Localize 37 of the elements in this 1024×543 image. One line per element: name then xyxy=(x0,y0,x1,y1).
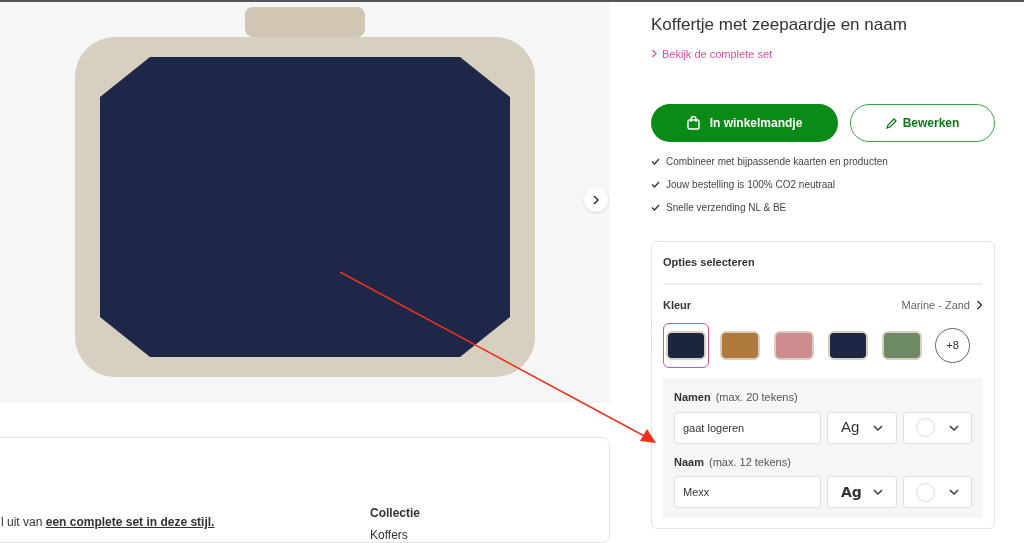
collection-value: Koffers xyxy=(370,527,408,543)
color-value-button[interactable]: Marine - Zand xyxy=(901,296,983,313)
pencil-icon xyxy=(885,117,897,129)
chevron-right-icon xyxy=(591,195,601,205)
field-label: Namen xyxy=(674,390,711,405)
text-input-field[interactable]: gaat logeren xyxy=(674,411,821,444)
check-icon xyxy=(651,158,660,165)
font-select[interactable]: Ag xyxy=(827,476,897,508)
description-text: l uit van xyxy=(1,515,44,529)
next-image-button[interactable] xyxy=(584,188,608,212)
complete-set-link[interactable]: een complete set in deze stijl. xyxy=(45,515,215,529)
complete-set-link[interactable]: Bekijk de complete set xyxy=(651,45,995,62)
chevron-right-icon xyxy=(976,299,983,310)
color-select[interactable] xyxy=(902,476,972,508)
shopping-bag-icon xyxy=(686,116,700,130)
collection-label: Collectie xyxy=(370,505,420,522)
field-hint: (max. 12 tekens) xyxy=(708,454,791,470)
usp-text: Jouw bestelling is 100% CO2 neutraal xyxy=(666,178,835,192)
chevron-down-icon xyxy=(872,489,883,495)
text-input-field[interactable]: Mexx xyxy=(674,476,821,508)
check-icon xyxy=(651,204,660,211)
chevron-down-icon xyxy=(949,489,959,495)
options-heading: Opties selecteren xyxy=(663,254,983,285)
chevron-down-icon xyxy=(949,424,959,431)
field-label: Naam xyxy=(674,454,704,470)
check-icon xyxy=(651,181,660,188)
product-title: Koffertje met zeepaardje en naam xyxy=(651,14,908,36)
font-select[interactable]: Ag xyxy=(827,411,897,444)
chevron-right-icon xyxy=(651,49,658,59)
color-swatch[interactable] xyxy=(663,323,709,368)
usp-text: Snelle verzending NL & BE xyxy=(666,201,787,215)
add-to-cart-button[interactable]: In winkelmandje xyxy=(651,104,838,142)
color-select[interactable] xyxy=(902,411,972,444)
color-label: Kleur xyxy=(663,297,692,313)
chevron-down-icon xyxy=(872,424,883,431)
usp-text: Combineer met bijpassende kaarten en producten xyxy=(666,155,888,169)
field-hint: (max. 20 tekens) xyxy=(715,390,798,405)
